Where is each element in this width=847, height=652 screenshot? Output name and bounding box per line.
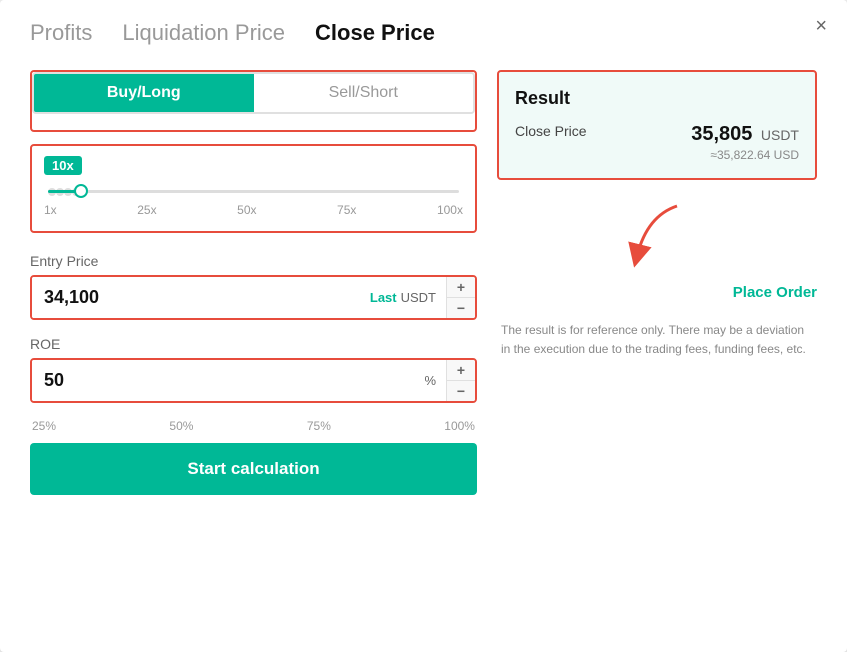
- buy-long-button[interactable]: Buy/Long: [34, 74, 254, 112]
- roe-suffix: %: [414, 360, 446, 401]
- roe-plus[interactable]: +: [447, 360, 475, 381]
- calc-button[interactable]: Start calculation: [30, 443, 477, 495]
- usdt-label: USDT: [401, 290, 436, 305]
- entry-price-plus[interactable]: +: [447, 277, 475, 298]
- arrow-icon: [617, 196, 697, 276]
- close-price-unit: USDT: [761, 127, 799, 143]
- disclaimer-text: The result is for reference only. There …: [497, 321, 817, 359]
- close-price-main: 35,805: [691, 123, 752, 145]
- arrow-annotation: [497, 196, 817, 276]
- entry-price-label: Entry Price: [30, 253, 477, 269]
- close-price-label: Close Price: [515, 123, 587, 139]
- close-button[interactable]: ×: [815, 16, 827, 36]
- place-order-link[interactable]: Place Order: [497, 284, 817, 301]
- modal: × Profits Liquidation Price Close Price …: [0, 0, 847, 652]
- last-label: Last: [370, 290, 397, 305]
- entry-price-stepper: + −: [446, 277, 475, 318]
- result-title: Result: [515, 88, 799, 109]
- roe-input[interactable]: [32, 360, 414, 401]
- direction-toggle-wrapper: Buy/Long Sell/Short: [30, 70, 477, 132]
- tab-liquidation[interactable]: Liquidation Price: [122, 20, 285, 46]
- roe-minus[interactable]: −: [447, 381, 475, 401]
- roe-stepper: + −: [446, 360, 475, 401]
- tab-profits[interactable]: Profits: [30, 20, 92, 46]
- leverage-badge: 10x: [44, 156, 82, 175]
- main-content: Buy/Long Sell/Short 10x: [30, 70, 817, 495]
- leverage-section: 10x: [30, 144, 477, 233]
- left-panel: Buy/Long Sell/Short 10x: [30, 70, 477, 495]
- roe-label: ROE: [30, 336, 477, 352]
- entry-price-group: Last USDT + −: [30, 275, 477, 320]
- roe-percent: %: [424, 373, 436, 388]
- sell-short-button[interactable]: Sell/Short: [254, 74, 474, 112]
- result-box: Result Close Price 35,805 USDT ≈35,822.6…: [497, 70, 817, 180]
- close-price-value-group: 35,805 USDT ≈35,822.64 USD: [691, 123, 799, 162]
- right-panel: Result Close Price 35,805 USDT ≈35,822.6…: [497, 70, 817, 495]
- leverage-slider[interactable]: [44, 183, 463, 199]
- close-price-usd: ≈35,822.64 USD: [691, 148, 799, 162]
- entry-price-suffix: Last USDT: [360, 277, 446, 318]
- roe-slider-labels: 25% 50% 75% 100%: [30, 419, 477, 433]
- result-row: Close Price 35,805 USDT ≈35,822.64 USD: [515, 123, 799, 162]
- roe-group: % + −: [30, 358, 477, 403]
- direction-toggle: Buy/Long Sell/Short: [32, 72, 475, 114]
- entry-price-input[interactable]: [32, 277, 360, 318]
- leverage-labels: 1x 25x 50x 75x 100x: [44, 203, 463, 217]
- tab-close-price[interactable]: Close Price: [315, 20, 435, 46]
- entry-price-minus[interactable]: −: [447, 298, 475, 318]
- tab-bar: Profits Liquidation Price Close Price: [30, 20, 817, 46]
